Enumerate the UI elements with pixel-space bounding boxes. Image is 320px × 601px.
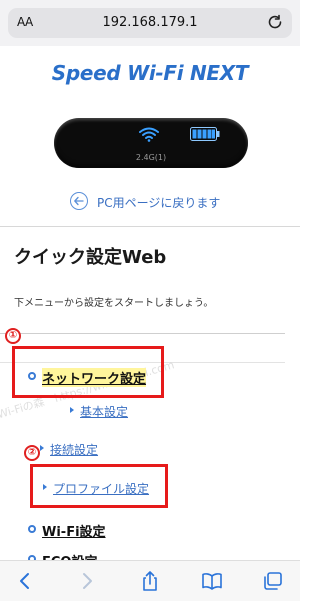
url-text[interactable]: 192.168.179.1 — [8, 15, 292, 30]
device-status-panel: 2.4G(1) — [54, 118, 248, 168]
annotation-badge-2: ② — [24, 445, 40, 461]
annotation-badge-1: ① — [5, 328, 21, 344]
browser-top-bar: AA 192.168.179.1 — [0, 0, 300, 46]
menu-connection-settings-label: 接続設定 — [50, 443, 99, 457]
menu-wifi-settings-label: Wi-Fi設定 — [42, 525, 106, 540]
share-icon[interactable] — [139, 571, 161, 591]
band-label: 2.4G(1) — [135, 153, 167, 162]
bookmarks-icon[interactable] — [201, 571, 223, 591]
forward-icon[interactable] — [76, 571, 98, 591]
divider — [0, 226, 300, 227]
bullet-icon — [28, 372, 36, 380]
menu-profile-settings-label: プロファイル設定 — [53, 482, 150, 496]
tabs-icon[interactable] — [262, 571, 284, 591]
page-description: 下メニューから設定をスタートしましょう。 — [14, 298, 214, 309]
battery-icon — [190, 127, 220, 141]
menu-network-settings[interactable]: ネットワーク設定 — [28, 368, 168, 387]
page-title: クイック設定Web — [14, 247, 167, 268]
triangle-bullet-icon — [70, 407, 74, 413]
menu-network-settings-label: ネットワーク設定 — [42, 368, 147, 387]
menu-profile-settings[interactable]: プロファイル設定 — [43, 480, 163, 496]
pc-page-link-label: PC用ページに戻ります — [97, 196, 221, 210]
triangle-bullet-icon — [40, 445, 44, 451]
menu-connection-settings[interactable]: 接続設定 — [40, 441, 130, 457]
back-arrow-circle-icon — [70, 192, 88, 210]
bullet-icon — [28, 525, 36, 533]
triangle-bullet-icon — [43, 484, 47, 490]
reload-icon[interactable] — [266, 13, 284, 31]
menu-basic-settings-label: 基本設定 — [80, 405, 129, 419]
back-icon[interactable] — [14, 571, 36, 591]
wifi-icon — [139, 127, 159, 142]
divider — [0, 333, 285, 334]
menu-wifi-settings[interactable]: Wi-Fi設定 — [28, 521, 138, 540]
brand-logo: Speed Wi-Fi NEXT — [51, 61, 249, 85]
browser-bottom-toolbar — [0, 560, 300, 601]
address-bar[interactable]: AA 192.168.179.1 — [8, 8, 292, 38]
menu-basic-settings[interactable]: 基本設定 — [70, 403, 160, 419]
